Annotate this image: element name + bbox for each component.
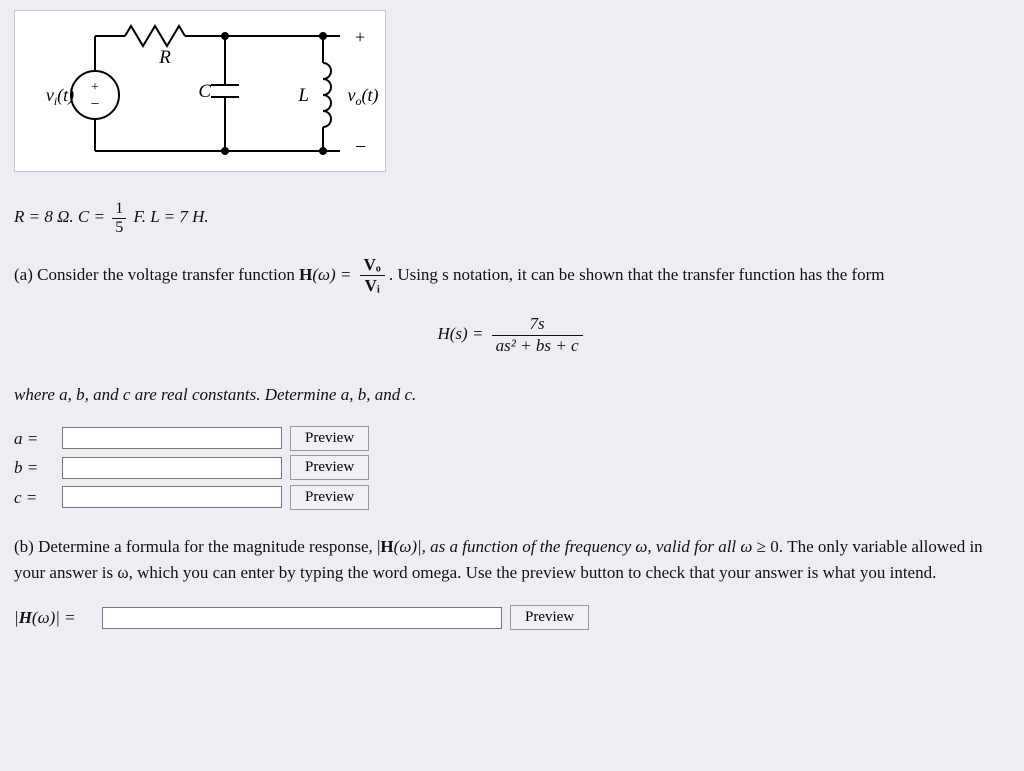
- vo-vi-ratio: Vₒ Vᵢ: [360, 255, 385, 297]
- inductor-label: L: [297, 85, 309, 106]
- magnitude-input[interactable]: [102, 607, 502, 629]
- a-label: a =: [14, 426, 54, 452]
- params-l: F. L = 7 H.: [134, 207, 209, 226]
- params-r-c: R = 8 Ω. C =: [14, 207, 109, 226]
- part-a-intro: (a) Consider the voltage transfer functi…: [14, 255, 1010, 297]
- hs-equation: H(s) = 7s as² + bs + c: [14, 314, 1010, 356]
- vo-plus: +: [355, 27, 365, 47]
- ge-symbol: ≥: [757, 537, 766, 556]
- svg-text:+: +: [91, 80, 99, 95]
- hs-fraction: 7s as² + bs + c: [492, 314, 583, 356]
- b-label: b =: [14, 455, 54, 481]
- b-preview-button[interactable]: Preview: [290, 455, 369, 480]
- H-bold: H: [299, 264, 312, 283]
- capacitor-label: C: [198, 81, 211, 102]
- b-input[interactable]: [62, 457, 282, 479]
- vi-label: vi(t): [46, 85, 74, 108]
- c-input[interactable]: [62, 486, 282, 508]
- a-input[interactable]: [62, 427, 282, 449]
- circuit-svg: + − R C L vi(t) vo(t) + −: [15, 11, 385, 171]
- a-preview-button[interactable]: Preview: [290, 426, 369, 451]
- part-b-H: H: [380, 537, 393, 556]
- vo-label: vo(t): [348, 85, 379, 108]
- mag-label: |H(ω)| =: [14, 605, 94, 631]
- c-preview-button[interactable]: Preview: [290, 485, 369, 510]
- svg-text:−: −: [90, 96, 99, 113]
- vo-minus: −: [355, 136, 366, 158]
- H-arg: (ω) =: [312, 264, 355, 283]
- hs-left: H(s) =: [437, 324, 487, 343]
- magnitude-preview-button[interactable]: Preview: [510, 605, 589, 630]
- c-label: c =: [14, 485, 54, 511]
- part-a-text1: (a) Consider the voltage transfer functi…: [14, 264, 299, 283]
- circuit-diagram: + − R C L vi(t) vo(t) + −: [14, 10, 386, 172]
- part-b-1: (b) Determine a formula for the magnitud…: [14, 537, 380, 556]
- part-b-2: (ω)|, as a function of the frequency ω, …: [394, 537, 757, 556]
- resistor-label: R: [158, 47, 171, 68]
- answer-block: a = Preview b = Preview c = Preview: [14, 426, 1010, 511]
- parameter-values: R = 8 Ω. C = 1 5 F. L = 7 H.: [14, 200, 1010, 237]
- one-fifth-fraction: 1 5: [112, 200, 126, 237]
- part-a-text2: . Using s notation, it can be shown that…: [389, 264, 885, 283]
- part-b-text: (b) Determine a formula for the magnitud…: [14, 534, 1010, 585]
- where-text: where a, b, and c are real constants. De…: [14, 382, 1010, 408]
